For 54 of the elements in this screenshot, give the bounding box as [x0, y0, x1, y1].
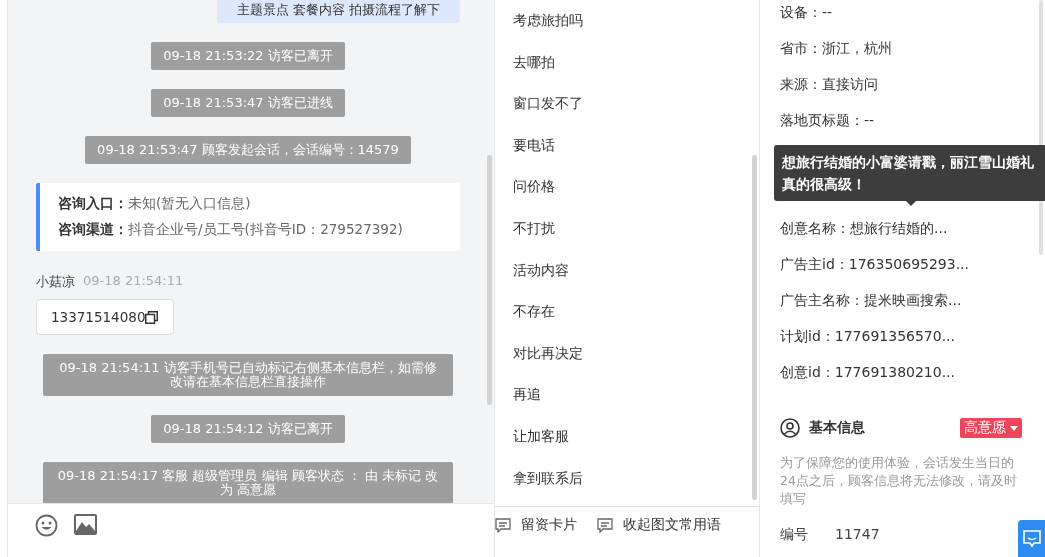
profile-field: 设备：-- — [780, 0, 1025, 36]
system-notice: 09-18 21:53:22 访客已离开 — [151, 42, 345, 70]
phrase-item[interactable]: 考虑旅拍吗 — [495, 0, 759, 42]
phrase-action-button[interactable]: 留资卡片 — [495, 516, 577, 534]
system-notice: 09-18 21:54:12 访客已离开 — [151, 415, 345, 443]
phrase-item[interactable]: 去哪拍 — [495, 41, 759, 84]
phrase-item[interactable]: 活动内容 — [495, 249, 759, 292]
message-time: 09-18 21:54:11 — [83, 273, 184, 290]
sender-name: 小菇凉 — [36, 273, 75, 291]
inquiry-label: 咨询入口： — [58, 195, 128, 211]
intent-dropdown[interactable]: 高意愿 — [960, 418, 1022, 438]
field-label: 编号 — [780, 526, 808, 544]
system-notice: 09-18 21:53:47 顾客发起会话，会话编号：14579 — [85, 136, 411, 164]
image-icon[interactable] — [74, 514, 97, 535]
profile-field: 广告主id：176350695293... — [780, 252, 1025, 288]
inquiry-value: 抖音企业号/员工号(抖音号ID：279527392) — [128, 221, 403, 237]
field-value: 11747 — [835, 526, 880, 544]
profile-field: 创意id：177691380210... — [780, 360, 1025, 396]
chat-button[interactable] — [1018, 520, 1045, 557]
scrollbar[interactable] — [487, 155, 492, 405]
chat-icon — [1023, 529, 1041, 548]
phrase-item[interactable]: 不存在 — [495, 291, 759, 333]
phrase-action-button[interactable]: 收起图文常用语 — [597, 516, 721, 534]
visitor-message: 主题景点 套餐内容 拍摄流程了解下 — [216, 0, 460, 23]
phrase-item[interactable]: 对比再决定 — [495, 332, 759, 375]
phrase-item[interactable]: 再追 — [495, 374, 759, 416]
phrase-item[interactable]: 窗口发不了 — [495, 83, 759, 125]
scrollbar[interactable] — [752, 155, 757, 500]
profile-field: 广告主名称：提米映画搜索... — [780, 288, 1025, 324]
copy-icon[interactable] — [145, 310, 159, 324]
phrase-item[interactable]: 问价格 — [495, 166, 759, 208]
emoji-icon[interactable] — [35, 514, 58, 537]
hint-text: 为了保障您的使用体验，会话发生当日的24点之后，顾客信息将无法修改，请及时填写 — [780, 454, 1018, 508]
profile-field: 落地页标题：-- — [780, 108, 1025, 144]
system-notice: 09-18 21:54:17 客服 超级管理员 编辑 顾客状态 ： 由 未标记 改为 高意愿 — [43, 462, 453, 503]
phrase-item[interactable]: 让加客服 — [495, 415, 759, 458]
comment-icon — [597, 517, 613, 533]
profile-field: 省市：浙江，杭州 — [780, 36, 1025, 72]
system-notice: 09-18 21:54:11 访客手机号已自动标记右侧基本信息栏，如需修改请在基本信息栏直接操作 — [43, 354, 453, 396]
comment-icon — [495, 517, 511, 533]
tooltip: 想旅行结婚的小富婆请戳，丽江雪山婚礼真的很高级！ — [774, 145, 1045, 206]
caret-icon — [1010, 425, 1018, 431]
system-notice: 09-18 21:53:47 访客已进线 — [151, 89, 345, 117]
phrase-item[interactable]: 拿到联系后 — [495, 457, 759, 500]
phrase-item[interactable]: 要电话 — [495, 124, 759, 167]
section-title: 基本信息 — [809, 419, 866, 437]
profile-field: 创意名称：想旅行结婚的... — [780, 216, 1025, 252]
phrase-item[interactable]: 不打扰 — [495, 207, 759, 250]
profile-field: 来源：直接访问 — [780, 72, 1025, 108]
user-icon — [780, 418, 800, 438]
profile-field: 计划id：177691356570... — [780, 324, 1025, 360]
phone-number: 13371514080 — [51, 309, 146, 325]
inquiry-label: 咨询渠道： — [58, 221, 128, 237]
inquiry-value: 未知(暂无入口信息) — [128, 195, 251, 211]
